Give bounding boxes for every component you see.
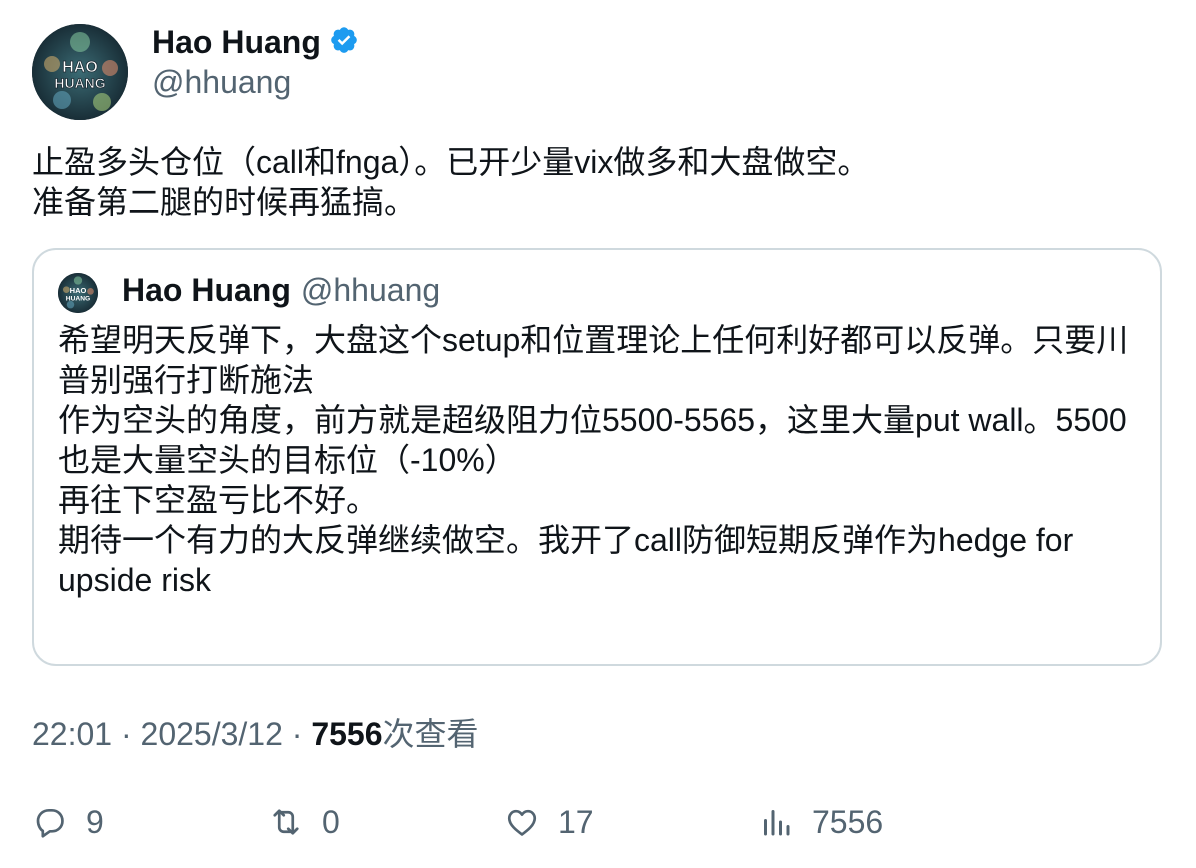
views-count: 7556 — [311, 716, 383, 752]
meta-separator: · — [291, 716, 303, 752]
svg-text:HAO: HAO — [62, 59, 98, 76]
meta-separator: · — [120, 716, 132, 752]
author-avatar[interactable]: HAO HUANG — [32, 24, 128, 120]
svg-text:HUANG: HUANG — [54, 75, 105, 91]
reply-icon — [32, 804, 68, 840]
quoted-line: 期待一个有力的大反弹继续做空。我开了call防御短期反弹作为hedge for — [58, 522, 1074, 558]
tweet-meta: 22:01 · 2025/3/12 · 7556次查看 — [32, 714, 479, 754]
avatar-image: HAO HUANG — [32, 24, 128, 120]
like-icon — [504, 804, 540, 840]
tweet-line: 准备第二腿的时候再猛搞。 — [32, 184, 417, 220]
views-button[interactable]: 7556 — [758, 800, 883, 844]
tweet-line: 止盈多头仓位（call和fnga）。已开少量vix做多和大盘做空。 — [32, 144, 870, 180]
quoted-line: upside risk — [58, 562, 211, 598]
quoted-line: 普别强行打断施法 — [58, 362, 315, 398]
retweet-button[interactable]: 0 — [268, 800, 340, 844]
svg-text:HUANG: HUANG — [66, 296, 90, 303]
svg-text:HAO: HAO — [70, 286, 87, 295]
views-icon — [758, 804, 794, 840]
retweet-icon — [268, 804, 304, 840]
tweet-text: 止盈多头仓位（call和fnga）。已开少量vix做多和大盘做空。 准备第二腿的… — [32, 142, 1162, 222]
reply-count: 9 — [86, 804, 104, 840]
quoted-avatar-image: HAO HUANG — [58, 273, 98, 313]
author-name[interactable]: Hao Huang — [152, 22, 321, 62]
quoted-line: 也是大量空头的目标位（-10%） — [58, 442, 517, 478]
like-count: 17 — [558, 804, 594, 840]
quoted-line: 再往下空盈亏比不好。 — [58, 482, 379, 518]
views-action-count: 7556 — [812, 804, 884, 840]
author-handle[interactable]: @hhuang — [152, 62, 291, 102]
quoted-line: 希望明天反弹下，大盘这个setup和位置理论上任何利好都可以反弹。只要川 — [58, 322, 1129, 358]
tweet-date[interactable]: 2025/3/12 — [141, 716, 283, 752]
reply-button[interactable]: 9 — [32, 800, 104, 844]
like-button[interactable]: 17 — [504, 800, 594, 844]
quoted-line: 作为空头的角度，前方就是超级阻力位5500-5565，这里大量put wall。… — [58, 402, 1127, 438]
quoted-author-handle: @hhuang — [300, 272, 441, 308]
action-bar: 9 0 17 7556 — [0, 800, 1196, 844]
tweet-time[interactable]: 22:01 — [32, 716, 112, 752]
quoted-author-avatar: HAO HUANG — [58, 273, 98, 313]
quoted-tweet-text: 希望明天反弹下，大盘这个setup和位置理论上任何利好都可以反弹。只要川 普别强… — [58, 320, 1138, 600]
views-label: 次查看 — [382, 716, 479, 752]
quoted-author-name: Hao Huang — [122, 272, 291, 308]
verified-badge-icon — [329, 25, 359, 60]
retweet-count: 0 — [322, 804, 340, 840]
